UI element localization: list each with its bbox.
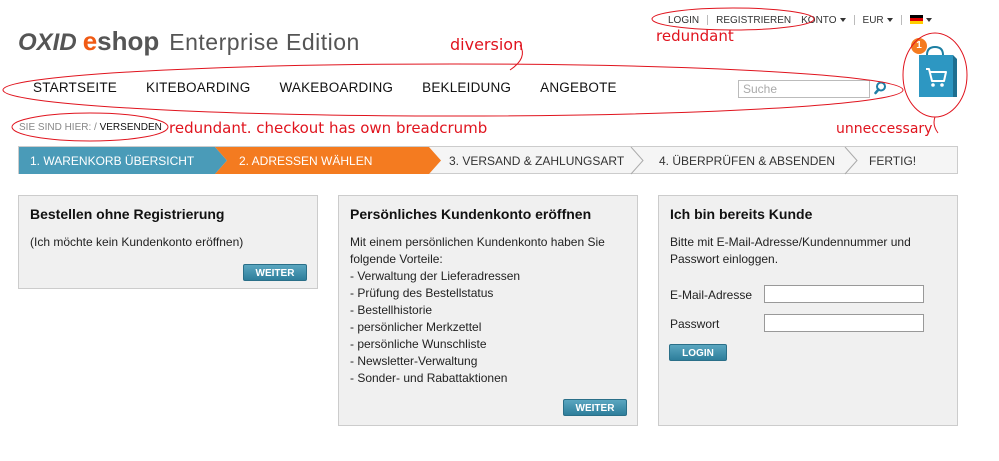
register-intro-2: folgende Vorteile: <box>350 252 443 266</box>
login-link[interactable]: LOGIN <box>668 15 699 26</box>
currency-dropdown[interactable]: EUR <box>863 15 893 26</box>
separator <box>900 15 902 25</box>
register-intro-1: Mit einem persönlichen Kundenkonto haben… <box>350 235 605 249</box>
german-flag-icon <box>909 15 923 25</box>
annotation-redundant-top: redundant <box>656 27 734 45</box>
register-link[interactable]: REGISTRIEREN <box>716 15 791 26</box>
login-text-2: Passwort einloggen. <box>670 252 779 266</box>
login-title: Ich bin bereits Kunde <box>670 206 813 222</box>
logo-shop-text: shop <box>97 26 160 56</box>
benefit-item: - Prüfung des Bestellstatus <box>350 286 494 300</box>
nav-item-angebote[interactable]: ANGEBOTE <box>540 80 617 95</box>
breadcrumb-label: SIE SIND HIER: <box>19 122 92 133</box>
benefit-item: - Bestellhistorie <box>350 303 433 317</box>
guest-title: Bestellen ohne Registrierung <box>30 206 225 222</box>
guest-text: (Ich möchte kein Kundenkonto eröffnen) <box>30 235 244 249</box>
email-label: E-Mail-Adresse <box>670 288 753 302</box>
password-label: Passwort <box>670 317 720 331</box>
annotation-redundant-breadcrumb: redundant. checkout has own breadcrumb <box>169 119 488 137</box>
checkout-steps: 1. WARENKORB ÜBERSICHT 2. ADRESSEN WÄHLE… <box>18 146 958 175</box>
guest-continue-button[interactable]: WEITER <box>243 264 307 281</box>
cart-count-badge: 1 <box>911 38 927 54</box>
separator <box>707 15 709 25</box>
breadcrumb: SIE SIND HIER: / VERSENDEN <box>19 122 162 133</box>
nav-item-startseite[interactable]: STARTSEITE <box>33 80 117 95</box>
login-box: Ich bin bereits Kunde Bitte mit E-Mail-A… <box>658 195 958 426</box>
main-nav: STARTSEITE KITEBOARDING WAKEBOARDING BEK… <box>33 80 646 95</box>
logo[interactable]: OXID e shop Enterprise Edition <box>18 26 360 56</box>
currency-label: EUR <box>862 14 884 26</box>
search-input[interactable] <box>738 80 870 98</box>
annotation-diversion: diversion <box>450 35 524 54</box>
password-field[interactable] <box>764 314 924 332</box>
benefit-item: - Newsletter-Verwaltung <box>350 354 478 368</box>
step-4: 4. ÜBERPRÜFEN & ABSENDEN <box>659 154 836 168</box>
benefit-item: - Sonder- und Rabattaktionen <box>350 371 508 385</box>
benefit-item: - Verwaltung der Lieferadressen <box>350 269 521 283</box>
login-text-1: Bitte mit E-Mail-Adresse/Kundennummer un… <box>670 235 911 249</box>
benefit-item: - persönliche Wunschliste <box>350 337 487 351</box>
step-1: 1. WARENKORB ÜBERSICHT <box>30 154 195 168</box>
account-dropdown[interactable]: KONTO <box>801 14 846 26</box>
email-field[interactable] <box>764 285 924 303</box>
step-5: FERTIG! <box>869 154 917 168</box>
logo-edition-text: Enterprise Edition <box>169 29 360 55</box>
annotation-arrow-cart <box>933 116 939 134</box>
breadcrumb-separator: / <box>94 122 97 133</box>
nav-item-bekleidung[interactable]: BEKLEIDUNG <box>422 80 511 95</box>
logo-e-text: e <box>82 26 98 56</box>
guest-checkout-box: Bestellen ohne Registrierung (Ich möchte… <box>18 195 318 289</box>
step-2: 2. ADRESSEN WÄHLEN <box>239 154 373 168</box>
search-icon[interactable] <box>874 80 890 96</box>
chevron-down-icon <box>839 17 846 22</box>
cart-count: 1 <box>916 40 922 51</box>
language-dropdown[interactable] <box>909 15 932 26</box>
service-bar: LOGIN REGISTRIEREN KONTO EUR <box>668 13 932 27</box>
nav-item-kiteboarding[interactable]: KITEBOARDING <box>146 80 250 95</box>
nav-item-wakeboarding[interactable]: WAKEBOARDING <box>279 80 393 95</box>
benefit-item: - persönlicher Merkzettel <box>350 320 482 334</box>
chevron-down-icon <box>886 17 893 22</box>
register-continue-button[interactable]: WEITER <box>563 399 627 416</box>
breadcrumb-current: VERSENDEN <box>99 122 162 133</box>
chevron-down-icon <box>925 17 932 22</box>
register-title: Persönliches Kundenkonto eröffnen <box>350 206 592 222</box>
account-label: KONTO <box>801 14 837 26</box>
separator <box>853 15 855 25</box>
register-box: Persönliches Kundenkonto eröffnen Mit ei… <box>338 195 638 426</box>
step-3: 3. VERSAND & ZAHLUNGSART <box>449 154 625 168</box>
logo-oxid-text: OXID <box>18 29 77 56</box>
login-button[interactable]: LOGIN <box>669 344 727 361</box>
annotation-unnecessary: unneccessary <box>836 121 933 137</box>
